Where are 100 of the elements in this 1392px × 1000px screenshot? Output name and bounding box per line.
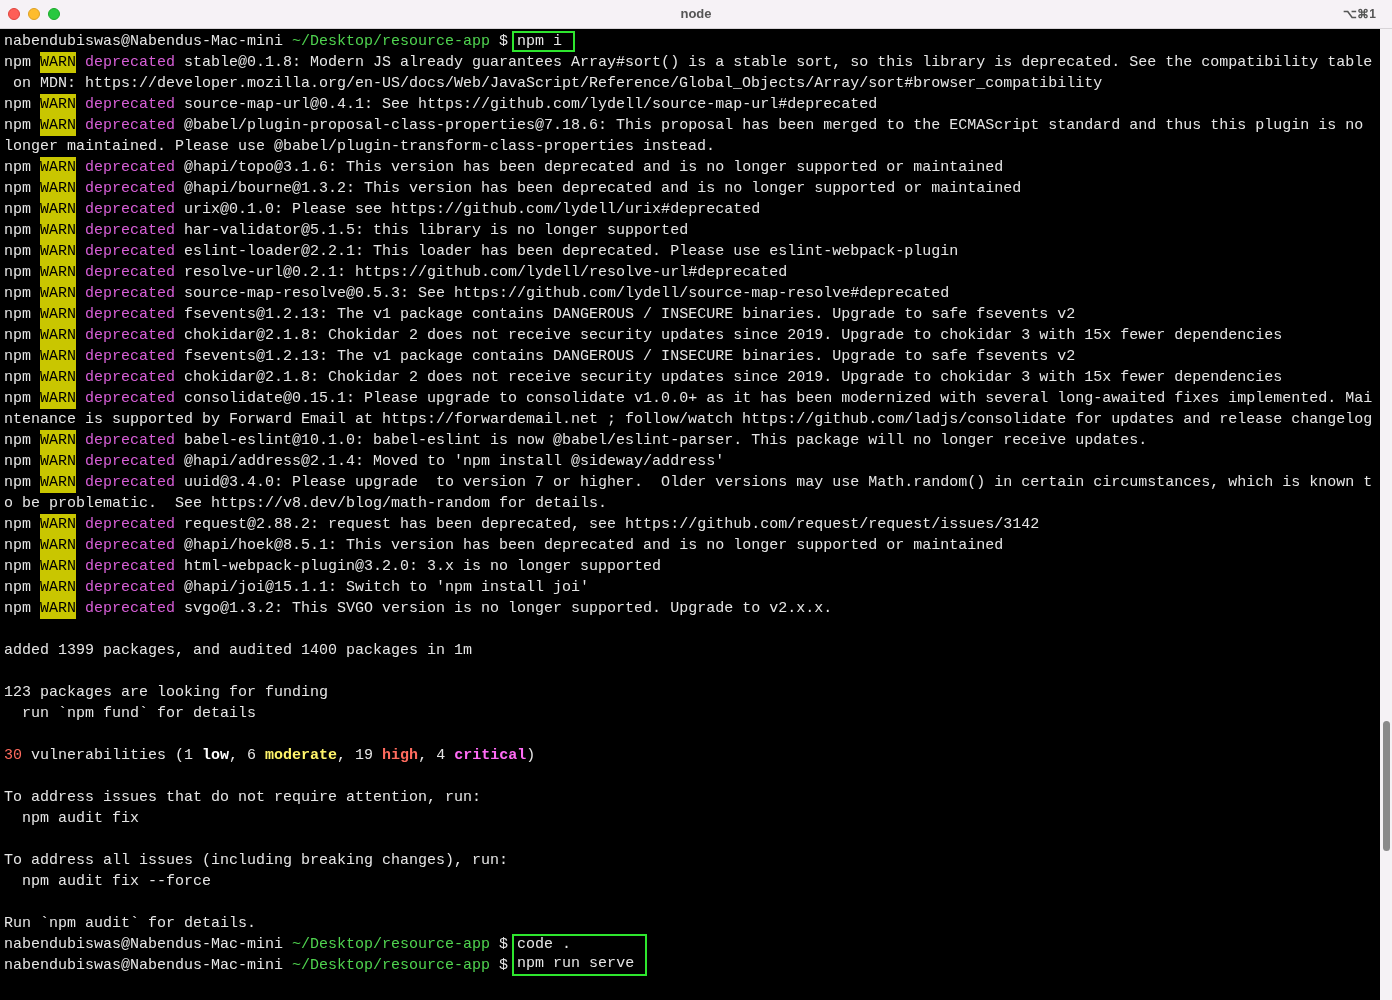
- npm-label: npm: [4, 557, 31, 577]
- npm-label: npm: [4, 179, 31, 199]
- npm-label: npm: [4, 389, 31, 409]
- prompt-symbol: $: [499, 956, 509, 976]
- deprecated-label: deprecated: [85, 158, 176, 178]
- deprecated-label: deprecated: [85, 536, 176, 556]
- warning-message: eslint-loader@2.2.1: This loader has been deprecated. Please use eslint-webpack-plugin: [184, 242, 959, 262]
- deprecated-label: deprecated: [85, 305, 176, 325]
- warning-message: uuid@3.4.0: Please upgrade to version 7 or higher. Older versions may use Math.random() in certain circumstances, which is known t: [184, 473, 1373, 493]
- prompt-path: ~/Desktop/resource-app: [292, 32, 491, 52]
- deprecated-label: deprecated: [85, 473, 176, 493]
- warning-message: chokidar@2.1.8: Chokidar 2 does not receive security updates since 2019. Upgrade to chokidar 3 with 15x fewer dependencies: [184, 326, 1283, 346]
- output-text: on MDN: https://developer.mozilla.org/en-US/docs/Web/JavaScript/Reference/Global_Objects/Array/sort#browser_compatibility: [12, 75, 1103, 92]
- output-text: run `npm fund` for details: [21, 705, 257, 722]
- warn-label: WARN: [40, 94, 77, 115]
- npm-label: npm: [4, 305, 31, 325]
- output-text: Run `npm audit` for details.: [4, 915, 257, 932]
- output-text: To address all issues (including breaking changes), run:: [4, 852, 509, 869]
- deprecated-label: deprecated: [85, 53, 176, 73]
- output-text: o be problematic. See https://v8.dev/blog/math-random for details.: [4, 495, 608, 512]
- warning-message: babel-eslint@10.1.0: babel-eslint is now @babel/eslint-parser. This package will no longer receive updates.: [184, 431, 1148, 451]
- warning-message: @hapi/address@2.1.4: Moved to 'npm install @sideway/address': [184, 452, 725, 472]
- deprecated-label: deprecated: [85, 263, 176, 283]
- warn-label: WARN: [40, 514, 77, 535]
- npm-label: npm: [4, 221, 31, 241]
- warning-message: stable@0.1.8: Modern JS already guarantees Array#sort() is a stable sort, so this library is deprecated. See the compatibility table: [184, 53, 1373, 73]
- deprecated-label: deprecated: [85, 242, 176, 262]
- npm-label: npm: [4, 158, 31, 178]
- warn-label: WARN: [40, 556, 77, 577]
- warn-label: WARN: [40, 52, 77, 73]
- output-text: npm audit fix --force: [21, 873, 212, 890]
- npm-label: npm: [4, 95, 31, 115]
- warning-message: svgo@1.3.2: This SVGO version is no longer supported. Upgrade to v2.x.x.: [184, 599, 833, 619]
- deprecated-label: deprecated: [85, 95, 176, 115]
- warning-message: @babel/plugin-proposal-class-properties@7.18.6: This proposal has been merged to the ECMAScript standard and thus this plugin is no: [184, 116, 1364, 136]
- output-text: To address issues that do not require attention, run:: [4, 789, 482, 806]
- shortcut-label: ⌥⌘1: [1343, 6, 1376, 23]
- npm-label: npm: [4, 599, 31, 619]
- warning-message: fsevents@1.2.13: The v1 package contains DANGEROUS / INSECURE binaries. Upgrade to safe fsevents v2: [184, 305, 1076, 325]
- prompt-user: nabendubiswas@Nabendus-Mac-mini: [4, 935, 284, 955]
- warning-message: resolve-url@0.2.1: https://github.com/lydell/resolve-url#deprecated: [184, 263, 788, 283]
- warn-label: WARN: [40, 367, 77, 388]
- warning-message: chokidar@2.1.8: Chokidar 2 does not receive security updates since 2019. Upgrade to chokidar 3 with 15x fewer dependencies: [184, 368, 1283, 388]
- warn-label: WARN: [40, 262, 77, 283]
- deprecated-label: deprecated: [85, 179, 176, 199]
- npm-label: npm: [4, 116, 31, 136]
- deprecated-label: deprecated: [85, 557, 176, 577]
- npm-label: npm: [4, 473, 31, 493]
- prompt-symbol: $: [499, 935, 509, 955]
- warn-label: WARN: [40, 283, 77, 304]
- warn-label: WARN: [40, 157, 77, 178]
- warning-message: html-webpack-plugin@3.2.0: 3.x is no longer supported: [184, 557, 662, 577]
- warn-label: WARN: [40, 178, 77, 199]
- warn-label: WARN: [40, 598, 77, 619]
- minimize-button[interactable]: [28, 8, 40, 20]
- npm-label: npm: [4, 578, 31, 598]
- npm-label: npm: [4, 368, 31, 388]
- output-text: ntenance is supported by Forward Email at https://forwardemail.net ; follow/watch https://github.com/ladjs/consolidate for updates and release changelog: [4, 411, 1373, 428]
- deprecated-label: deprecated: [85, 116, 176, 136]
- deprecated-label: deprecated: [85, 284, 176, 304]
- warn-label: WARN: [40, 346, 77, 367]
- zoom-button[interactable]: [48, 8, 60, 20]
- warning-message: consolidate@0.15.1: Please upgrade to consolidate v1.0.0+ as it has been modernized with several long-awaited fixes implemented. Mai: [184, 389, 1373, 409]
- warning-message: urix@0.1.0: Please see https://github.com/lydell/urix#deprecated: [184, 200, 761, 220]
- warn-label: WARN: [40, 472, 77, 493]
- prompt-user: nabendubiswas@Nabendus-Mac-mini: [4, 956, 284, 976]
- warn-label: WARN: [40, 325, 77, 346]
- npm-label: npm: [4, 326, 31, 346]
- output-text: added 1399 packages, and audited 1400 packages in 1m: [4, 642, 473, 659]
- prompt-path: ~/Desktop/resource-app: [292, 956, 491, 976]
- deprecated-label: deprecated: [85, 389, 176, 409]
- vulnerability-summary: 30 vulnerabilities (1 low, 6 moderate, 19 high, 4 critical): [4, 747, 536, 764]
- deprecated-label: deprecated: [85, 452, 176, 472]
- warning-message: har-validator@5.1.5: this library is no longer supported: [184, 221, 689, 241]
- warn-label: WARN: [40, 304, 77, 325]
- npm-label: npm: [4, 431, 31, 451]
- scrollbar-thumb[interactable]: [1382, 721, 1390, 851]
- npm-label: npm: [4, 242, 31, 262]
- warn-label: WARN: [40, 199, 77, 220]
- warn-label: WARN: [40, 430, 77, 451]
- npm-label: npm: [4, 452, 31, 472]
- warn-label: WARN: [40, 115, 77, 136]
- deprecated-label: deprecated: [85, 431, 176, 451]
- npm-label: npm: [4, 347, 31, 367]
- prompt-user: nabendubiswas@Nabendus-Mac-mini: [4, 32, 284, 52]
- warning-message: source-map-resolve@0.5.3: See https://github.com/lydell/source-map-resolve#deprecated: [184, 284, 950, 304]
- warn-label: WARN: [40, 451, 77, 472]
- npm-label: npm: [4, 536, 31, 556]
- deprecated-label: deprecated: [85, 578, 176, 598]
- command-text: npm i: [512, 31, 575, 52]
- warning-message: fsevents@1.2.13: The v1 package contains DANGEROUS / INSECURE binaries. Upgrade to safe fsevents v2: [184, 347, 1076, 367]
- close-button[interactable]: [8, 8, 20, 20]
- deprecated-label: deprecated: [85, 326, 176, 346]
- deprecated-label: deprecated: [85, 599, 176, 619]
- warn-label: WARN: [40, 241, 77, 262]
- warning-message: @hapi/joi@15.1.1: Switch to 'npm install joi': [184, 578, 590, 598]
- deprecated-label: deprecated: [85, 347, 176, 367]
- warn-label: WARN: [40, 220, 77, 241]
- npm-label: npm: [4, 284, 31, 304]
- output-text: longer maintained. Please use @babel/plugin-transform-class-properties instead.: [4, 138, 716, 155]
